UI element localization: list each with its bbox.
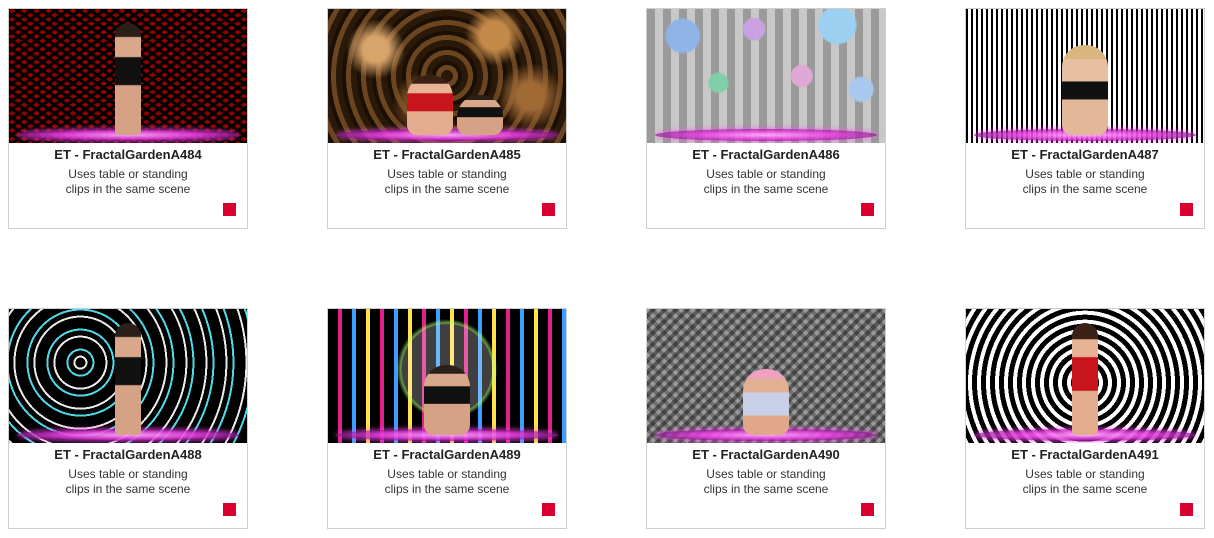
product-card[interactable]: ET - FractalGardenA485 Uses table or sta…	[327, 8, 567, 229]
product-description: Uses table or standing clips in the same…	[677, 467, 855, 497]
product-card[interactable]: ET - FractalGardenA488 Uses table or sta…	[8, 308, 248, 529]
model-figure	[115, 23, 141, 135]
product-thumbnail[interactable]	[9, 309, 247, 443]
status-badge	[542, 203, 555, 216]
model-figure	[115, 323, 141, 435]
product-title[interactable]: ET - FractalGardenA484	[9, 147, 247, 162]
product-description: Uses table or standing clips in the same…	[39, 167, 217, 197]
desc-line: clips in the same scene	[65, 482, 191, 496]
product-thumbnail[interactable]	[9, 9, 247, 143]
desc-line: clips in the same scene	[1022, 482, 1148, 496]
model-figure	[1072, 323, 1098, 435]
product-title[interactable]: ET - FractalGardenA485	[328, 147, 566, 162]
desc-line: Uses table or standing	[1025, 167, 1145, 181]
product-title[interactable]: ET - FractalGardenA486	[647, 147, 885, 162]
model-figure	[743, 369, 789, 435]
product-description: Uses table or standing clips in the same…	[358, 167, 536, 197]
product-thumbnail[interactable]	[328, 309, 566, 443]
product-card[interactable]: ET - FractalGardenA486 Uses table or sta…	[646, 8, 886, 229]
desc-line: clips in the same scene	[703, 182, 829, 196]
status-badge	[861, 203, 874, 216]
desc-line: Uses table or standing	[706, 167, 826, 181]
status-badge	[542, 503, 555, 516]
desc-line: Uses table or standing	[68, 167, 188, 181]
product-thumbnail[interactable]	[328, 9, 566, 143]
desc-line: Uses table or standing	[387, 167, 507, 181]
product-card[interactable]: ET - FractalGardenA491 Uses table or sta…	[965, 308, 1205, 529]
product-card[interactable]: ET - FractalGardenA484 Uses table or sta…	[8, 8, 248, 229]
product-description: Uses table or standing clips in the same…	[39, 467, 217, 497]
product-description: Uses table or standing clips in the same…	[677, 167, 855, 197]
product-card[interactable]: ET - FractalGardenA490 Uses table or sta…	[646, 308, 886, 529]
product-title[interactable]: ET - FractalGardenA489	[328, 447, 566, 462]
desc-line: Uses table or standing	[706, 467, 826, 481]
glowing-platform	[655, 129, 877, 141]
model-figure	[457, 95, 503, 135]
status-badge	[1180, 503, 1193, 516]
product-card[interactable]: ET - FractalGardenA487 Uses table or sta…	[965, 8, 1205, 229]
product-description: Uses table or standing clips in the same…	[996, 167, 1174, 197]
product-thumbnail[interactable]	[647, 9, 885, 143]
desc-line: clips in the same scene	[384, 182, 510, 196]
status-badge	[223, 203, 236, 216]
model-figure	[1062, 45, 1108, 135]
product-thumbnail[interactable]	[647, 309, 885, 443]
desc-line: clips in the same scene	[703, 482, 829, 496]
product-thumbnail[interactable]	[966, 309, 1204, 443]
desc-line: Uses table or standing	[1025, 467, 1145, 481]
status-badge	[861, 503, 874, 516]
status-badge	[1180, 203, 1193, 216]
product-title[interactable]: ET - FractalGardenA490	[647, 447, 885, 462]
status-badge	[223, 503, 236, 516]
product-title[interactable]: ET - FractalGardenA491	[966, 447, 1204, 462]
product-title[interactable]: ET - FractalGardenA488	[9, 447, 247, 462]
desc-line: clips in the same scene	[1022, 182, 1148, 196]
desc-line: Uses table or standing	[68, 467, 188, 481]
product-description: Uses table or standing clips in the same…	[358, 467, 536, 497]
model-figure	[424, 365, 470, 435]
desc-line: clips in the same scene	[384, 482, 510, 496]
product-title[interactable]: ET - FractalGardenA487	[966, 147, 1204, 162]
model-figure	[407, 75, 453, 135]
product-description: Uses table or standing clips in the same…	[996, 467, 1174, 497]
desc-line: clips in the same scene	[65, 182, 191, 196]
desc-line: Uses table or standing	[387, 467, 507, 481]
product-thumbnail[interactable]	[966, 9, 1204, 143]
product-card[interactable]: ET - FractalGardenA489 Uses table or sta…	[327, 308, 567, 529]
